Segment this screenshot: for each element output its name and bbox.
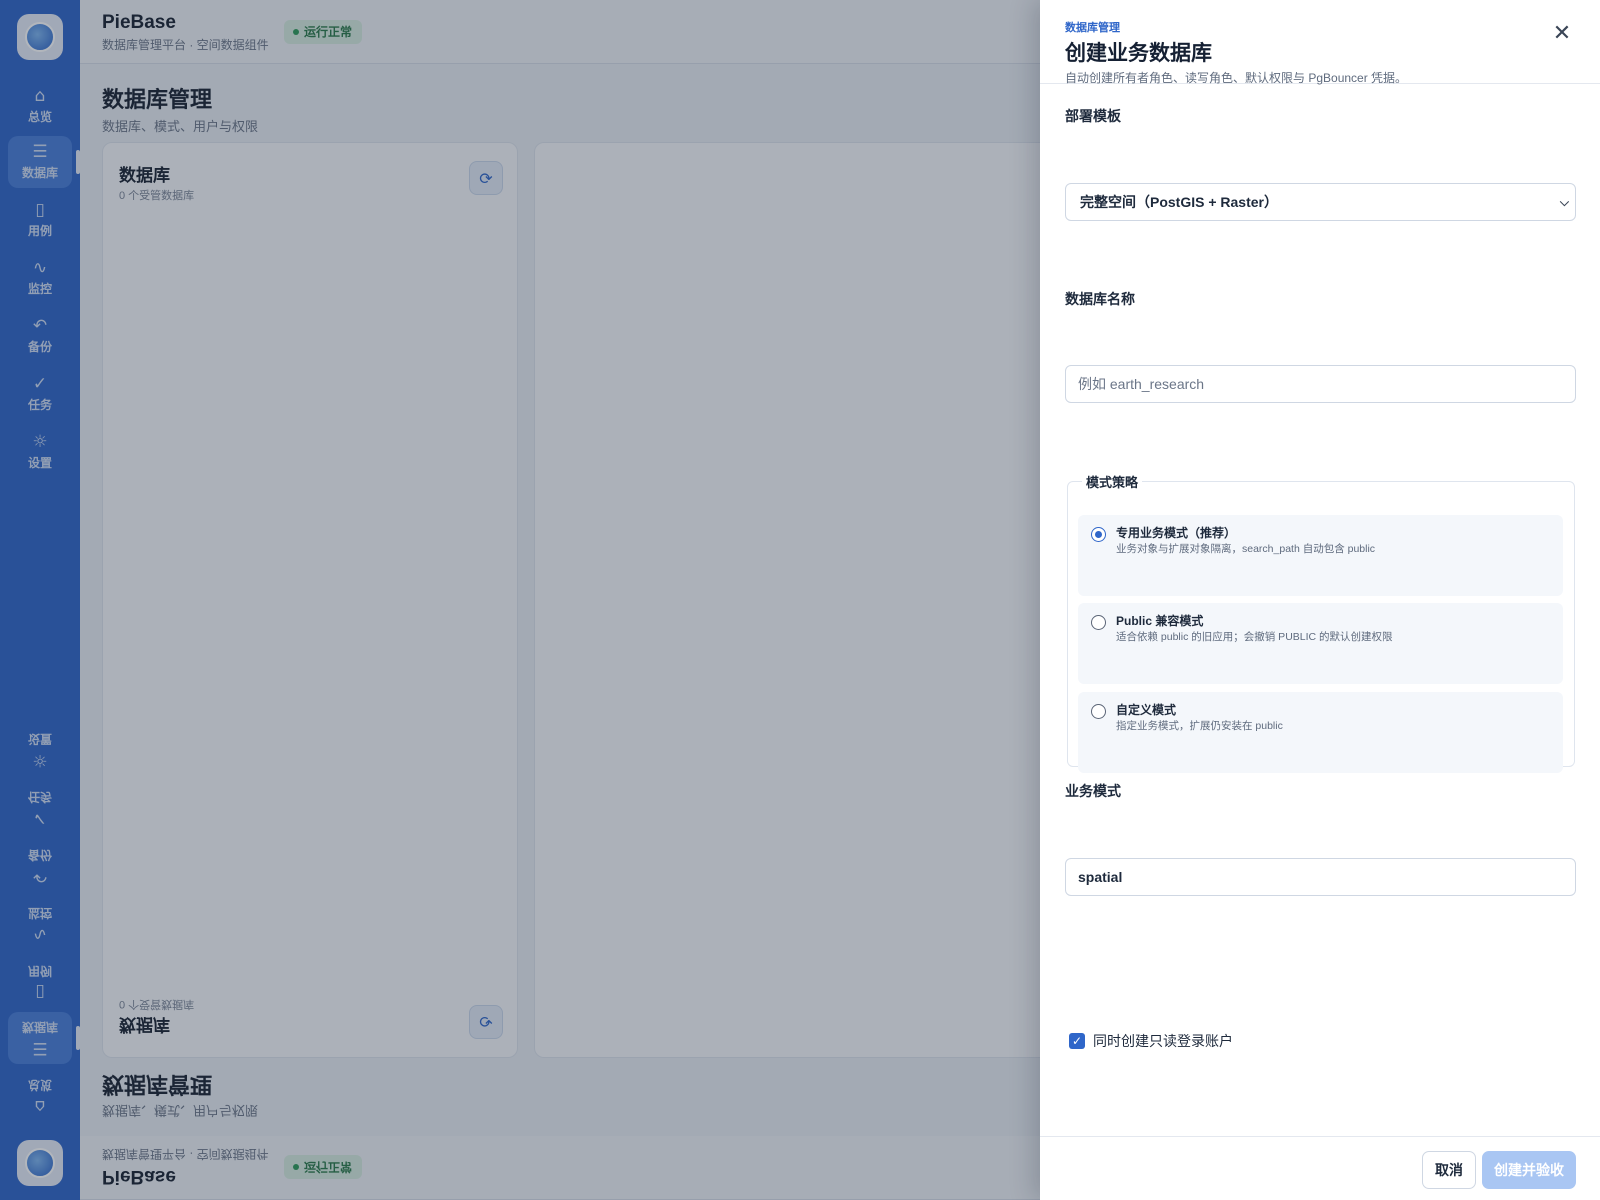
business-schema-input[interactable] [1065,858,1576,896]
radio-unselected[interactable] [1091,704,1106,719]
cancel-button[interactable]: 取消 [1422,1151,1476,1189]
chevron-down-icon: ⌵ [1559,195,1569,209]
radio-selected[interactable] [1091,527,1106,542]
create-database-drawer: 数据库管理 创建业务数据库 自动创建所有者角色、读写角色、默认权限与 PgBou… [1040,0,1600,1200]
radio-unselected[interactable] [1091,615,1106,630]
option-description: 适合依赖 public 的旧应用；会撤销 PUBLIC 的默认创建权限 [1116,631,1393,643]
drawer-description: 自动创建所有者角色、读写角色、默认权限与 PgBouncer 凭据。 [1065,71,1408,85]
option-description: 指定业务模式，扩展仍安装在 public [1116,720,1283,732]
database-name-input[interactable] [1065,365,1576,403]
business-schema-label: 业务模式 [1065,783,1121,799]
database-name-label: 数据库名称 [1065,291,1135,307]
checkbox-label: 同时创建只读登录账户 [1093,1033,1233,1049]
create-and-verify-button[interactable]: 创建并验收 [1482,1151,1576,1189]
checkbox-checked-icon[interactable]: ✓ [1069,1033,1085,1049]
drawer-footer: 取消 创建并验收 [1040,1136,1600,1200]
strategy-option-public[interactable]: Public 兼容模式 适合依赖 public 的旧应用；会撤销 PUBLIC … [1078,603,1563,684]
strategy-option-custom[interactable]: 自定义模式 指定业务模式，扩展仍安装在 public [1078,692,1563,773]
schema-strategy-group: 模式策略 专用业务模式（推荐） 业务对象与扩展对象隔离，search_path … [1067,472,1575,773]
close-icon: ✕ [1552,21,1572,46]
option-description: 业务对象与扩展对象隔离，search_path 自动包含 public [1116,543,1376,555]
schema-strategy-legend: 模式策略 [1086,475,1139,490]
drawer-eyebrow: 数据库管理 [1065,22,1120,34]
template-select-value: 完整空间（PostGIS + Raster） [1080,194,1278,210]
option-title: Public 兼容模式 [1116,614,1204,628]
readonly-account-checkbox[interactable]: ✓ 同时创建只读登录账户 [1069,1031,1233,1051]
option-title: 专用业务模式（推荐） [1116,526,1237,540]
strategy-option-dedicated[interactable]: 专用业务模式（推荐） 业务对象与扩展对象隔离，search_path 自动包含 … [1078,515,1563,596]
close-button[interactable]: ✕ [1548,20,1576,48]
template-label: 部署模板 [1065,108,1121,124]
template-select[interactable]: 完整空间（PostGIS + Raster） ⌵ [1065,183,1576,221]
option-title: 自定义模式 [1116,703,1177,717]
drawer-header: 数据库管理 创建业务数据库 自动创建所有者角色、读写角色、默认权限与 PgBou… [1040,0,1600,85]
drawer-title: 创建业务数据库 [1065,42,1212,65]
